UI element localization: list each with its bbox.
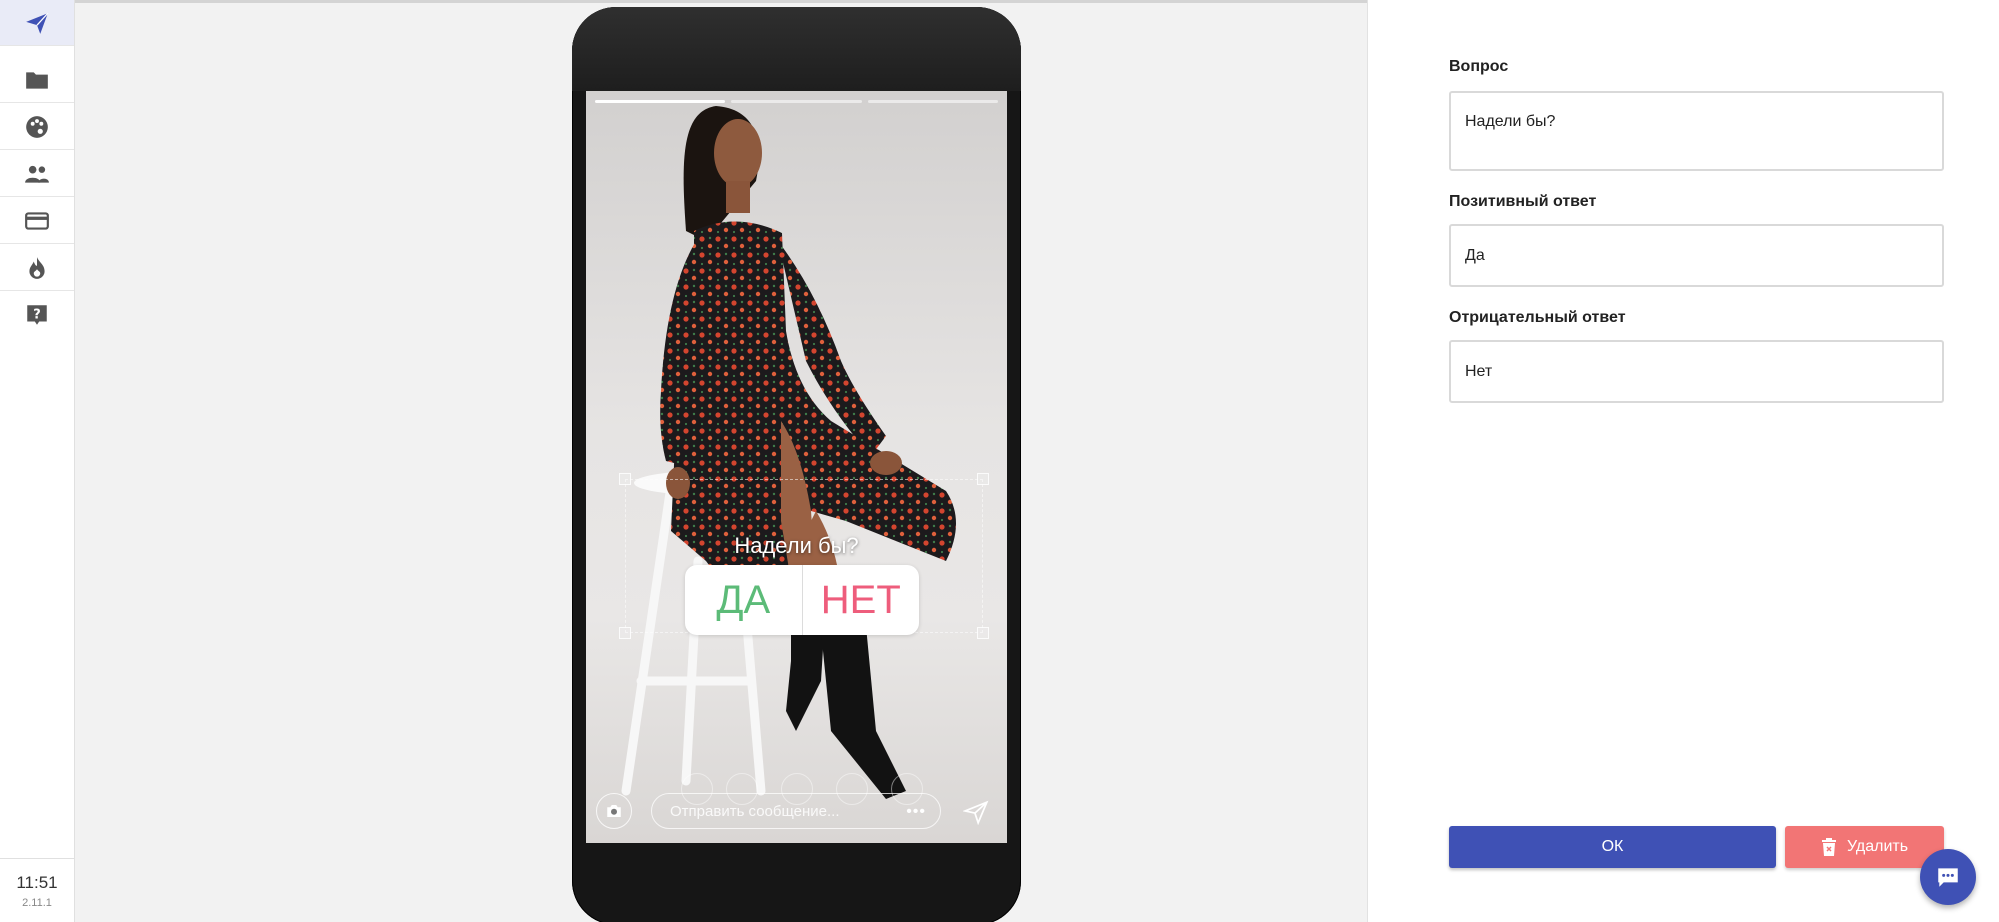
resize-handle[interactable] [619,627,631,639]
resize-handle[interactable] [619,473,631,485]
poll-option-no[interactable]: НЕТ [803,565,920,635]
sidebar-item-users[interactable] [0,151,74,197]
preview-canvas: Надели бы? ДА НЕТ Отправить сообщение...… [75,0,1367,922]
poll-sticker[interactable]: ДА НЕТ [685,565,919,635]
more-icon[interactable]: ••• [906,803,926,821]
trash-icon [1821,838,1836,856]
sidebar-item-design[interactable] [0,104,74,150]
people-icon [25,165,49,183]
fire-icon [29,256,45,279]
sidebar-item-trending[interactable] [0,245,74,291]
delete-button[interactable]: Удалить [1785,826,1944,868]
chat-icon [1938,868,1958,887]
sidebar-item-publish[interactable] [0,0,74,46]
story-progress [595,100,998,103]
phone-frame: Надели бы? ДА НЕТ Отправить сообщение...… [572,7,1021,922]
send-icon[interactable] [963,799,989,825]
positive-answer-field[interactable] [1449,224,1944,287]
app-version: 2.11.1 [22,897,52,909]
phone-top-bezel [572,7,1021,91]
negative-answer-label: Отрицательный ответ [1449,309,1626,326]
folder-icon [26,71,48,89]
positive-answer-label: Позитивный ответ [1449,193,1597,210]
palette-icon [26,115,48,138]
ok-button-label: ОК [1601,838,1624,855]
clock-time: 11:51 [16,873,58,892]
message-input[interactable]: Отправить сообщение... ••• [651,793,941,829]
credit-card-icon [25,211,49,230]
camera-icon [607,805,621,817]
question-label: Вопрос [1449,58,1509,75]
message-placeholder: Отправить сообщение... [670,803,840,820]
camera-button[interactable] [596,793,632,829]
properties-panel: Вопрос Надели бы? Позитивный ответ Отриц… [1367,0,1999,922]
story-photo [621,106,956,799]
delete-button-label: Удалить [1846,838,1909,855]
negative-answer-field[interactable] [1449,340,1944,403]
poll-question: Надели бы? [734,533,859,558]
ok-button[interactable]: ОК [1449,826,1776,868]
send-icon [26,12,49,34]
progress-segment [731,100,862,103]
resize-handle[interactable] [977,473,989,485]
story-screen: Надели бы? ДА НЕТ Отправить сообщение...… [586,91,1007,843]
help-icon: ? [27,305,47,325]
poll-option-yes[interactable]: ДА [685,565,803,635]
chat-button[interactable] [1920,849,1976,905]
story-reply-bar: Отправить сообщение... ••• [586,791,1007,831]
sidebar: ? 11:51 2.11.1 [0,0,75,922]
svg-text:?: ? [33,307,41,322]
sidebar-item-help[interactable]: ? [0,292,74,338]
progress-segment [595,100,726,103]
resize-handle[interactable] [977,627,989,639]
question-field[interactable]: Надели бы? [1449,91,1944,171]
clock: 11:51 2.11.1 [0,858,74,922]
progress-segment [867,100,998,103]
sidebar-item-files[interactable] [0,57,74,103]
sidebar-item-billing[interactable] [0,198,74,244]
